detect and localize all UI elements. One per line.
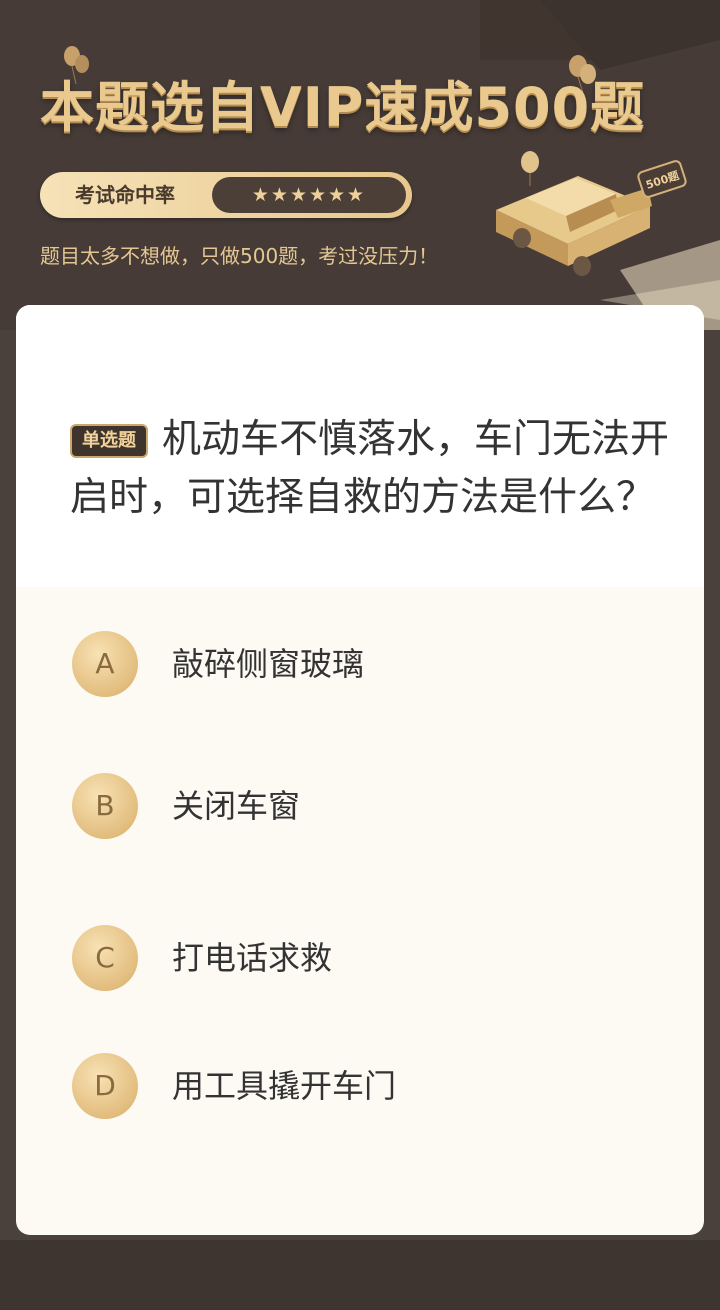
banner-title: 本题选自VIP速成500题 <box>40 76 646 139</box>
hit-rate-pill: 考试命中率 ★★★★★★ <box>40 172 412 218</box>
option-c[interactable]: C 打电话求救 <box>72 925 632 993</box>
option-b-text: 关闭车窗 <box>172 787 301 825</box>
hit-rate-stars: ★★★★★★ <box>212 177 406 213</box>
option-d-text: 用工具撬开车门 <box>172 1067 397 1105</box>
question-type-tag: 单选题 <box>70 424 148 458</box>
option-b-letter: B <box>72 773 138 839</box>
option-c-text: 打电话求救 <box>172 939 333 977</box>
option-a-letter: A <box>72 631 138 697</box>
banner-subtitle: 题目太多不想做，只做500题，考过没压力！ <box>40 244 439 268</box>
question-text: 机动车不慎落水，车门无法开启时，可选择自救的方法是什么？ <box>70 417 670 520</box>
question-text-block: 单选题 机动车不慎落水，车门无法开启时，可选择自救的方法是什么？ <box>70 411 670 527</box>
option-d-letter: D <box>72 1053 138 1119</box>
question-card: 单选题 机动车不慎落水，车门无法开启时，可选择自救的方法是什么？ A 敲碎侧窗玻璃… <box>16 305 704 1235</box>
option-d[interactable]: D 用工具撬开车门 <box>72 1053 632 1121</box>
option-a[interactable]: A 敲碎侧窗玻璃 <box>72 631 632 699</box>
car-illustration: 500题 <box>496 160 687 276</box>
option-b[interactable]: B 关闭车窗 <box>72 773 632 841</box>
hit-rate-label: 考试命中率 <box>75 183 175 207</box>
option-c-letter: C <box>72 925 138 991</box>
option-a-text: 敲碎侧窗玻璃 <box>172 645 365 683</box>
